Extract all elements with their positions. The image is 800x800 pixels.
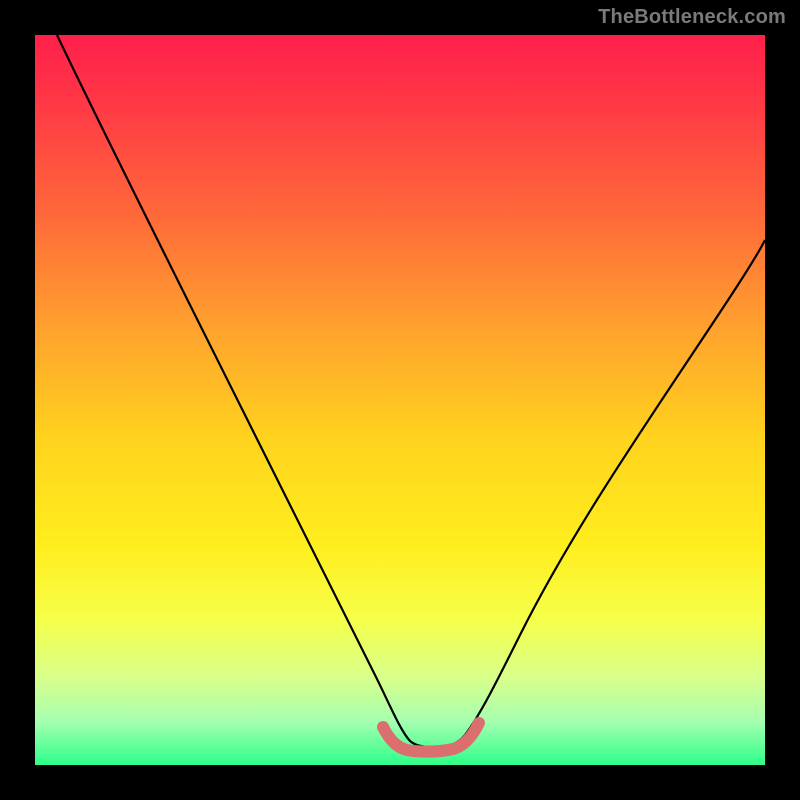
optimal-zone-marker <box>383 723 479 752</box>
bottleneck-curve <box>57 35 765 747</box>
watermark-text: TheBottleneck.com <box>598 6 786 29</box>
chart-svg <box>35 35 765 765</box>
plot-area <box>35 35 765 765</box>
chart-container: TheBottleneck.com <box>0 0 800 800</box>
